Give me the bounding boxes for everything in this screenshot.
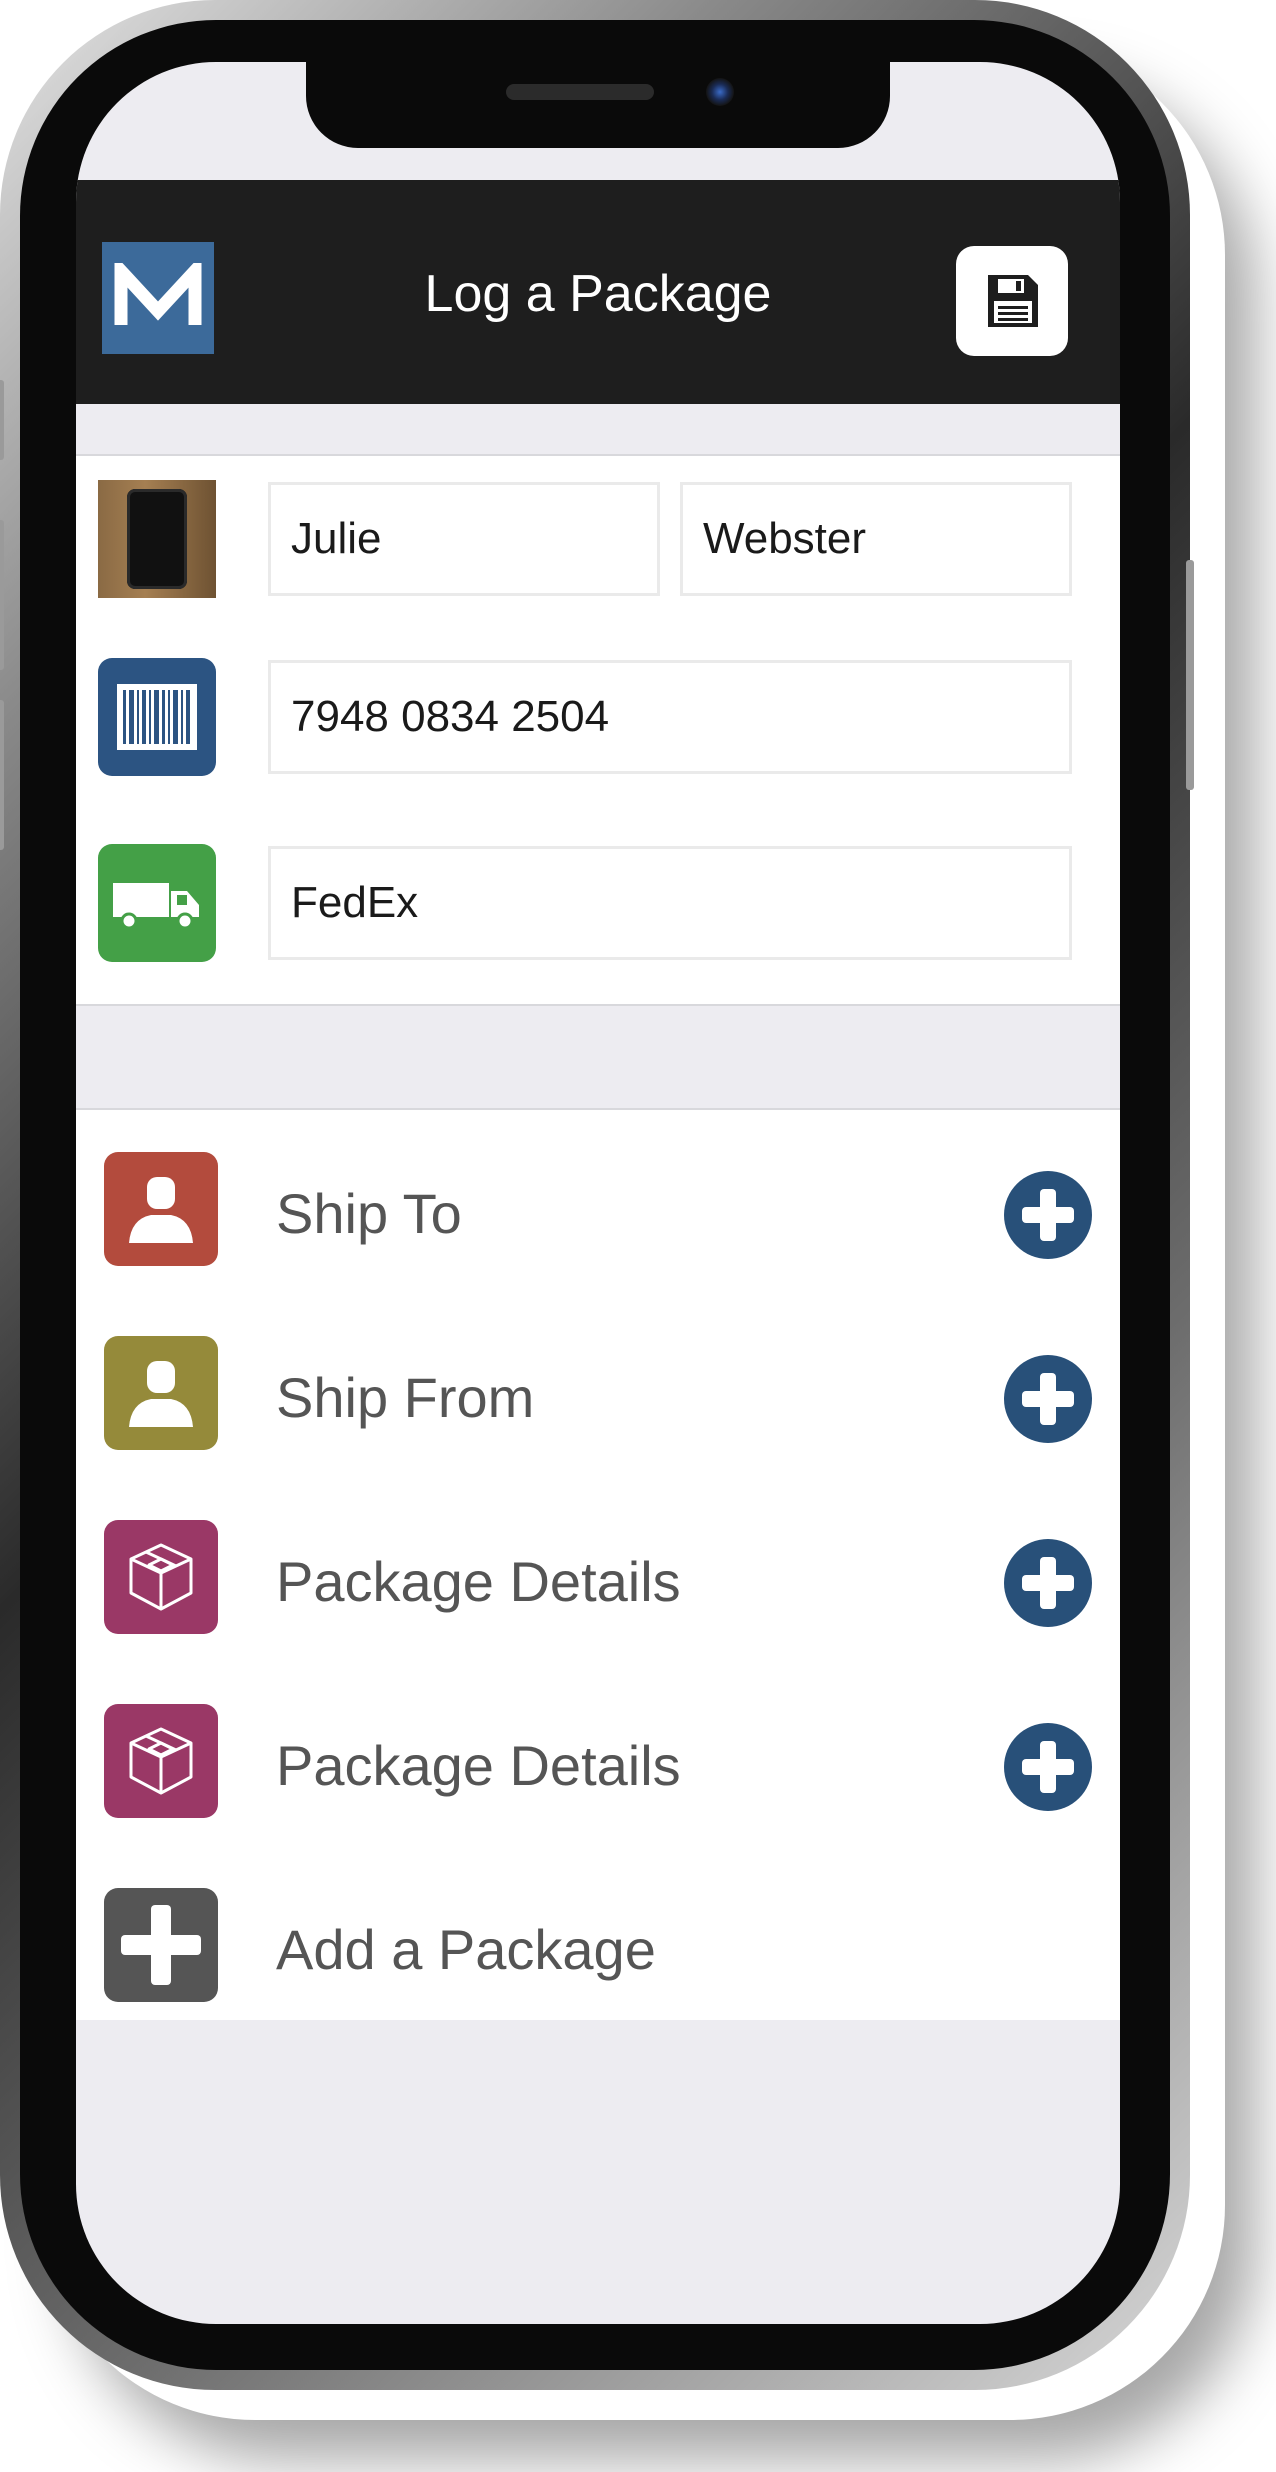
mute-switch	[0, 380, 4, 460]
barcode-icon[interactable]	[98, 658, 216, 776]
phone-frame: Log a Package Julie Webster 7948 0834 25…	[0, 0, 1194, 2390]
notch	[306, 62, 890, 148]
front-camera	[706, 78, 734, 106]
list-item-package-details[interactable]: Package Details	[76, 1502, 1120, 1652]
plus-icon	[104, 1888, 218, 2002]
carrier-row	[76, 844, 1120, 964]
list-item-ship-to[interactable]: Ship To	[76, 1134, 1120, 1284]
carrier-field[interactable]	[268, 846, 1072, 960]
add-package-details-button[interactable]	[1004, 1539, 1092, 1627]
list-item-label: Ship From	[276, 1366, 535, 1429]
list-item-label: Ship To	[276, 1182, 462, 1245]
box-icon	[104, 1520, 218, 1634]
list-item-label: Package Details	[276, 1734, 681, 1797]
package-photo-image	[127, 489, 187, 589]
volume-down-button	[0, 700, 4, 850]
person-icon	[104, 1152, 218, 1266]
add-ship-from-button[interactable]	[1004, 1355, 1092, 1443]
screen: Log a Package Julie Webster 7948 0834 25…	[76, 62, 1120, 2324]
first-name-field[interactable]	[268, 482, 660, 596]
person-graphic	[129, 1177, 193, 1243]
tracking-row	[76, 658, 1120, 778]
save-button[interactable]	[956, 246, 1068, 356]
truck-graphic	[113, 883, 199, 930]
tracking-number-field[interactable]	[268, 660, 1072, 774]
person-icon	[104, 1336, 218, 1450]
add-package-label: Add a Package	[276, 1918, 656, 1981]
add-ship-to-button[interactable]	[1004, 1171, 1092, 1259]
truck-icon[interactable]	[98, 844, 216, 962]
add-package-row[interactable]: Add a Package	[76, 1870, 1120, 2020]
package-form	[76, 454, 1120, 1006]
barcode-graphic	[117, 684, 197, 750]
power-button	[1186, 560, 1194, 790]
list-item-ship-from[interactable]: Ship From	[76, 1318, 1120, 1468]
list-item-package-details[interactable]: Package Details	[76, 1686, 1120, 1836]
box-graphic	[129, 1543, 193, 1611]
box-graphic	[129, 1727, 193, 1795]
last-name-field[interactable]	[680, 482, 1072, 596]
package-photo[interactable]	[98, 480, 216, 598]
floppy-disk-icon	[988, 275, 1038, 327]
speaker-grille	[506, 84, 654, 100]
sections-list: Ship To Ship From Package Details Packag…	[76, 1108, 1120, 2020]
name-row	[76, 480, 1120, 600]
add-package-details-button[interactable]	[1004, 1723, 1092, 1811]
app-header: Log a Package	[76, 180, 1120, 404]
person-graphic	[129, 1361, 193, 1427]
box-icon	[104, 1704, 218, 1818]
list-item-label: Package Details	[276, 1550, 681, 1613]
volume-up-button	[0, 520, 4, 670]
plus-glyph	[121, 1905, 201, 1985]
